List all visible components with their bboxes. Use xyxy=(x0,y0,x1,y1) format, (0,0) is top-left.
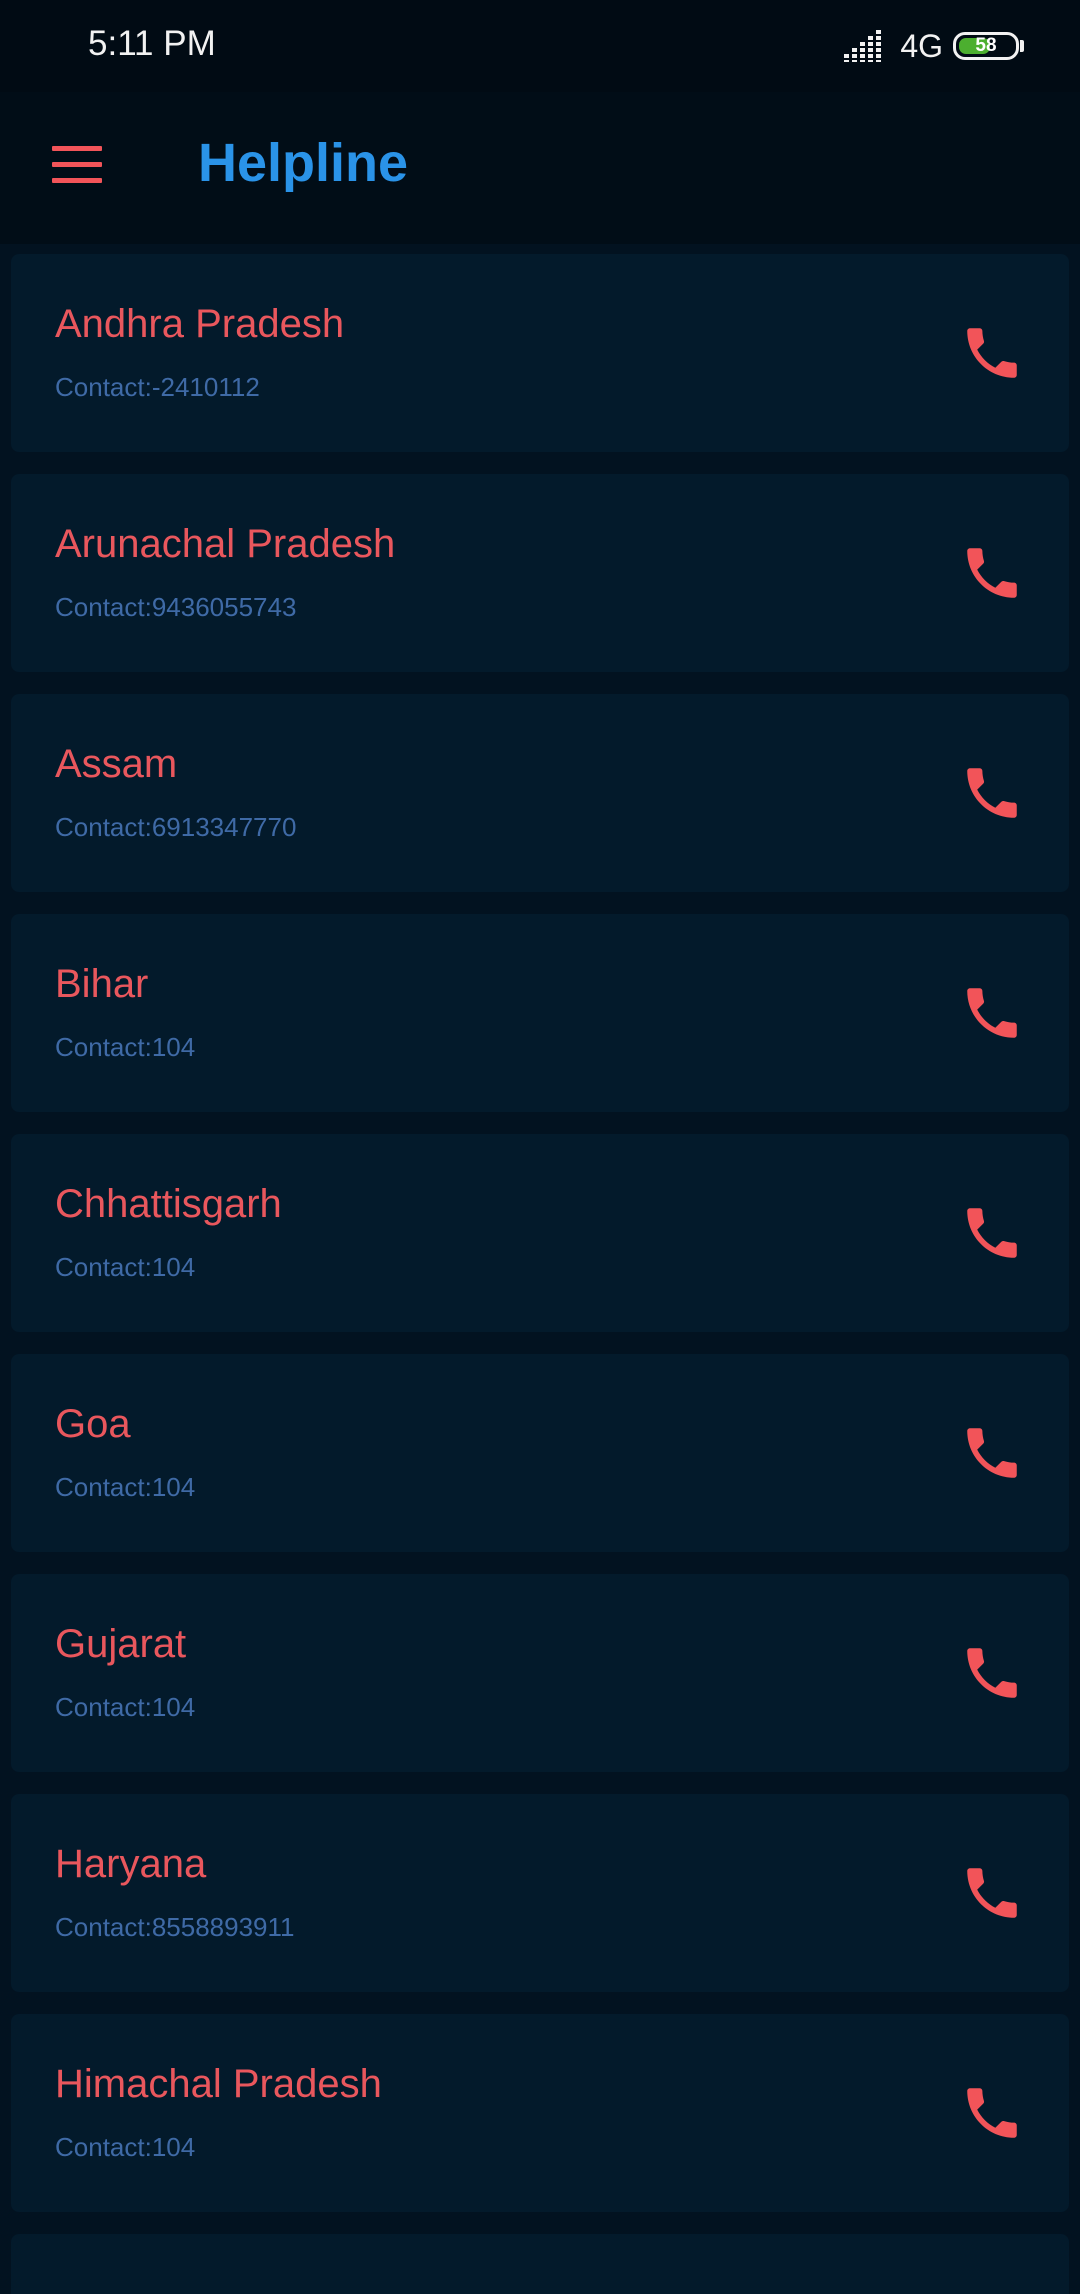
contact-number: Contact:6913347770 xyxy=(55,812,297,842)
call-button[interactable] xyxy=(959,1420,1025,1486)
status-indicators: 4G 58 xyxy=(844,26,1024,66)
app-bar: Helpline xyxy=(0,92,1080,244)
helpline-card[interactable]: Haryana Contact:8558893911 xyxy=(11,1794,1069,1992)
battery-tip xyxy=(1020,40,1024,52)
contact-number: Contact:9436055743 xyxy=(55,592,297,622)
contact-number: Contact:-2410112 xyxy=(55,372,260,402)
helpline-card[interactable]: Goa Contact:104 xyxy=(11,1354,1069,1552)
call-button[interactable] xyxy=(959,760,1025,826)
phone-icon xyxy=(967,1428,1017,1478)
phone-icon xyxy=(967,328,1017,378)
phone-icon xyxy=(967,1208,1017,1258)
state-name: Assam xyxy=(55,742,178,786)
phone-icon xyxy=(967,2088,1017,2138)
state-name: Haryana xyxy=(55,1842,207,1886)
contact-number: Contact:104 xyxy=(55,1472,196,1502)
hamburger-menu-icon xyxy=(52,178,102,183)
helpline-card[interactable]: Bihar Contact:104 xyxy=(11,914,1069,1112)
helpline-list: Andhra Pradesh Contact:-2410112 Arunacha… xyxy=(11,254,1069,2294)
state-name: Andhra Pradesh xyxy=(55,302,345,346)
call-button[interactable] xyxy=(959,1640,1025,1706)
menu-button[interactable] xyxy=(40,134,112,206)
hamburger-menu-icon xyxy=(52,162,102,167)
battery-icon: 58 xyxy=(953,32,1019,60)
hamburger-menu-icon xyxy=(52,146,102,151)
helpline-card[interactable]: Gujarat Contact:104 xyxy=(11,1574,1069,1772)
status-time: 5:11 PM xyxy=(88,24,216,63)
call-button[interactable] xyxy=(959,320,1025,386)
call-button[interactable] xyxy=(959,540,1025,606)
contact-number: Contact:104 xyxy=(55,1032,196,1062)
list-item-partial[interactable] xyxy=(11,2234,1069,2294)
call-button[interactable] xyxy=(959,1860,1025,1926)
helpline-card[interactable]: Himachal Pradesh Contact:104 xyxy=(11,2014,1069,2212)
state-name: Bihar xyxy=(55,962,149,1006)
battery-level: 58 xyxy=(975,35,997,56)
state-name: Goa xyxy=(55,1402,131,1446)
state-name: Gujarat xyxy=(55,1622,187,1666)
status-bar: 5:11 PM 4G 58 xyxy=(0,0,1080,92)
call-button[interactable] xyxy=(959,1200,1025,1266)
helpline-card[interactable]: Chhattisgarh Contact:104 xyxy=(11,1134,1069,1332)
helpline-card[interactable]: Andhra Pradesh Contact:-2410112 xyxy=(11,254,1069,452)
phone-icon xyxy=(967,988,1017,1038)
contact-number: Contact:104 xyxy=(55,1252,196,1282)
phone-icon xyxy=(967,768,1017,818)
phone-icon xyxy=(967,1648,1017,1698)
state-name: Arunachal Pradesh xyxy=(55,522,396,566)
network-type: 4G xyxy=(900,27,943,64)
phone-icon xyxy=(967,548,1017,598)
state-name: Chhattisgarh xyxy=(55,1182,282,1226)
contact-number: Contact:104 xyxy=(55,1692,196,1722)
contact-number: Contact:104 xyxy=(55,2132,196,2162)
call-button[interactable] xyxy=(959,980,1025,1046)
helpline-card[interactable]: Assam Contact:6913347770 xyxy=(11,694,1069,892)
phone-icon xyxy=(967,1868,1017,1918)
helpline-card[interactable]: Arunachal Pradesh Contact:9436055743 xyxy=(11,474,1069,672)
contact-number: Contact:8558893911 xyxy=(55,1912,295,1942)
page-title: Helpline xyxy=(198,133,409,193)
state-name: Himachal Pradesh xyxy=(55,2062,382,2106)
call-button[interactable] xyxy=(959,2080,1025,2146)
signal-bars-icon xyxy=(844,30,882,62)
